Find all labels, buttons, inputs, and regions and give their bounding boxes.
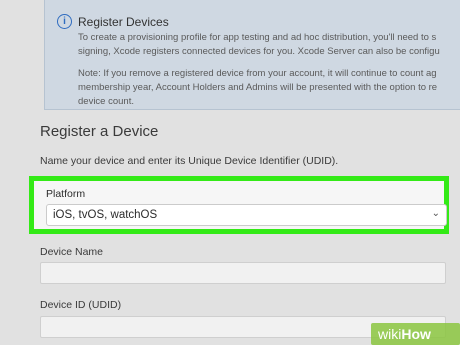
watermark-text-wiki: wiki: [377, 326, 401, 342]
register-devices-notice: i Register Devices To create a provision…: [44, 0, 460, 110]
notice-paragraph: To create a provisioning profile for app…: [78, 31, 460, 59]
platform-select[interactable]: iOS, tvOS, watchOS ⌄: [46, 204, 447, 226]
notice-body: To create a provisioning profile for app…: [78, 31, 460, 109]
page-title: Register a Device: [40, 123, 159, 140]
notice-line: signing, Xcode registers connected devic…: [78, 46, 440, 57]
notice-note: Note: If you remove a registered device …: [78, 67, 460, 109]
device-name-input[interactable]: [40, 262, 446, 284]
svg-text:wikiHow: wikiHow: [377, 326, 431, 342]
platform-selected-value: iOS, tvOS, watchOS: [53, 209, 158, 221]
notice-line: Note: If you remove a registered device …: [78, 68, 437, 79]
notice-line: To create a provisioning profile for app…: [78, 32, 437, 43]
device-id-label: Device ID (UDID): [40, 299, 122, 311]
device-name-label: Device Name: [40, 246, 104, 258]
page-subtitle: Name your device and enter its Unique De…: [40, 155, 339, 167]
chevron-down-icon[interactable]: ⌄: [432, 208, 440, 219]
notice-title: Register Devices: [78, 15, 169, 29]
notice-line: membership year, Account Holders and Adm…: [78, 82, 438, 93]
platform-field-highlight: Platform iOS, tvOS, watchOS ⌄: [29, 176, 449, 234]
info-icon: i: [57, 14, 72, 29]
wikihow-watermark: wikiHow: [371, 323, 460, 345]
platform-label: Platform: [46, 188, 86, 200]
notice-line: device count.: [78, 96, 134, 107]
watermark-text-how: How: [401, 326, 431, 342]
